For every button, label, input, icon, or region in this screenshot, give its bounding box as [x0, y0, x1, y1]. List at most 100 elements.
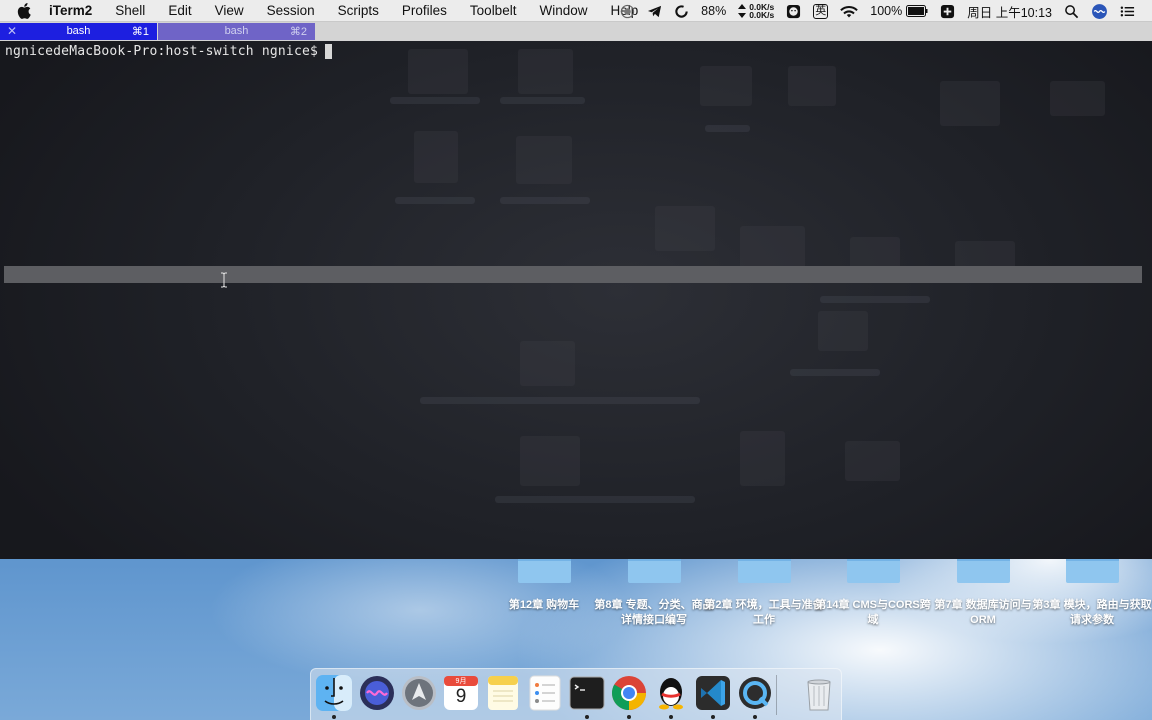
ghost-image: [818, 311, 868, 351]
desktop-folder[interactable]: 第14章 CMS与CORS跨域: [813, 559, 933, 628]
notes-icon[interactable]: [484, 674, 522, 712]
calendar-month: 9月: [455, 678, 467, 685]
battery-icon[interactable]: [906, 5, 928, 17]
trash-icon[interactable]: [800, 674, 838, 712]
reminders-icon[interactable]: [526, 674, 564, 712]
menu-session[interactable]: Session: [267, 3, 315, 18]
ghost-folder: [518, 49, 573, 94]
chrome-icon[interactable]: [610, 674, 648, 712]
ghost-label: [500, 97, 585, 104]
running-indicator: [585, 715, 589, 719]
tab-shortcut: ⌘1: [131, 26, 149, 38]
dock-separator: [776, 675, 777, 715]
prompt-text: ngnicedeMacBook-Pro:host-switch ngnice$: [5, 44, 319, 59]
desktop-folder[interactable]: 第3章 模块，路由与获取请求参数: [1032, 559, 1152, 628]
folder-icon: [517, 559, 571, 583]
clock[interactable]: 周日 上午10:13: [967, 2, 1052, 21]
siri-status-icon[interactable]: [1091, 3, 1108, 20]
network-speed[interactable]: 0.0K/s 0.0K/s: [749, 3, 775, 20]
ghost-folder: [788, 66, 836, 106]
menu-window[interactable]: Window: [539, 3, 587, 18]
ghost-folder: [1050, 81, 1105, 116]
folder-label: 第3章 模块，路由与获取请求参数: [1032, 599, 1152, 626]
calendar-icon[interactable]: 9月 9: [442, 674, 480, 712]
terminal-prompt[interactable]: ngnicedeMacBook-Pro:host-switch ngnice$: [5, 44, 333, 59]
tab-bash-2[interactable]: bash ⌘2: [158, 23, 315, 40]
ghost-label: [705, 125, 750, 132]
quicktime-icon[interactable]: [736, 674, 774, 712]
ghost-label: [420, 397, 700, 404]
smile-face-icon[interactable]: [786, 4, 801, 19]
apple-menu-icon[interactable]: [17, 2, 31, 19]
sync-icon[interactable]: [674, 4, 689, 19]
ghost-folder: [845, 441, 900, 481]
ibeam-cursor-icon: [221, 272, 227, 288]
ghost-label: [495, 496, 695, 503]
desktop-folder[interactable]: 第2章 环境，工具与准备工作: [704, 559, 824, 628]
record-icon[interactable]: [620, 4, 635, 19]
menu-view[interactable]: View: [215, 3, 244, 18]
cpu-percent[interactable]: 88%: [701, 4, 726, 18]
ghost-file: [740, 431, 785, 486]
dock: 9月 9: [310, 668, 842, 720]
tab-bash-1[interactable]: ✕ bash ⌘1: [0, 23, 157, 40]
ghost-folder: [940, 81, 1000, 126]
folder-label: 第14章 CMS与CORS跨域: [815, 599, 931, 626]
running-indicator: [711, 715, 715, 719]
folder-icon: [737, 559, 791, 583]
battery-percent[interactable]: 100%: [870, 4, 902, 18]
menu-edit[interactable]: Edit: [168, 3, 191, 18]
input-method-indicator[interactable]: 英: [813, 3, 829, 19]
calendar-day: 9: [455, 686, 467, 707]
folder-label: 第8章 专题、分类、商品详情接口编写: [594, 599, 714, 626]
desktop-folder[interactable]: 第12章 购物车: [484, 559, 604, 613]
ghost-folder: [520, 341, 575, 386]
ghost-folder: [408, 49, 468, 94]
folder-icon: [846, 559, 900, 583]
siri-icon[interactable]: [358, 674, 396, 712]
folder-label: 第7章 数据库访问与ORM: [934, 599, 1032, 626]
tab-bar: ✕ bash ⌘1 bash ⌘2: [0, 22, 1152, 41]
terminal-cursor: [325, 44, 333, 59]
net-down: 0.0K/s: [749, 10, 775, 20]
terminal-window[interactable]: ngnicedeMacBook-Pro:host-switch ngnice$: [0, 41, 1152, 559]
folder-icon: [627, 559, 681, 583]
ghost-label: [390, 97, 480, 104]
running-indicator: [332, 715, 336, 719]
terminal-icon[interactable]: [568, 674, 606, 712]
network-arrows-icon: [738, 4, 747, 18]
running-indicator: [669, 715, 673, 719]
folder-icon: [1065, 559, 1119, 583]
status-menu-area: 88% 0.0K/s 0.0K/s 英 100% 周日 上午10:13: [620, 0, 1152, 22]
ghost-folder: [700, 66, 752, 106]
menu-toolbelt[interactable]: Toolbelt: [470, 3, 517, 18]
folder-label: 第2章 环境，工具与准备工作: [704, 599, 824, 626]
notification-center-icon[interactable]: [1120, 4, 1135, 19]
spotlight-search-icon[interactable]: [1064, 4, 1079, 19]
telegram-icon[interactable]: [647, 4, 662, 19]
ghost-file: [414, 131, 458, 183]
menu-scripts[interactable]: Scripts: [338, 3, 379, 18]
vscode-icon[interactable]: [694, 674, 732, 712]
menu-app-name[interactable]: iTerm2: [49, 3, 92, 18]
ghost-folder: [516, 136, 572, 184]
launchpad-icon[interactable]: [400, 674, 438, 712]
find-bar-highlight[interactable]: [4, 266, 1142, 283]
menu-bar: iTerm2 Shell Edit View Session Scripts P…: [0, 0, 1152, 22]
wifi-icon[interactable]: [840, 4, 859, 19]
menu-shell[interactable]: Shell: [115, 3, 145, 18]
desktop-folder[interactable]: 第7章 数据库访问与ORM: [923, 559, 1043, 628]
app-status-icon[interactable]: [940, 4, 955, 19]
running-indicator: [753, 715, 757, 719]
menu-profiles[interactable]: Profiles: [402, 3, 447, 18]
tab-shortcut: ⌘2: [289, 26, 307, 38]
desktop-folder[interactable]: 第8章 专题、分类、商品详情接口编写: [594, 559, 714, 628]
ghost-label: [820, 296, 930, 303]
qq-icon[interactable]: [652, 674, 690, 712]
folder-label: 第12章 购物车: [508, 599, 580, 611]
ghost-label: [500, 197, 590, 204]
finder-icon[interactable]: [315, 674, 353, 712]
ghost-label: [395, 197, 475, 204]
ghost-folder: [520, 436, 580, 486]
running-indicator: [627, 715, 631, 719]
